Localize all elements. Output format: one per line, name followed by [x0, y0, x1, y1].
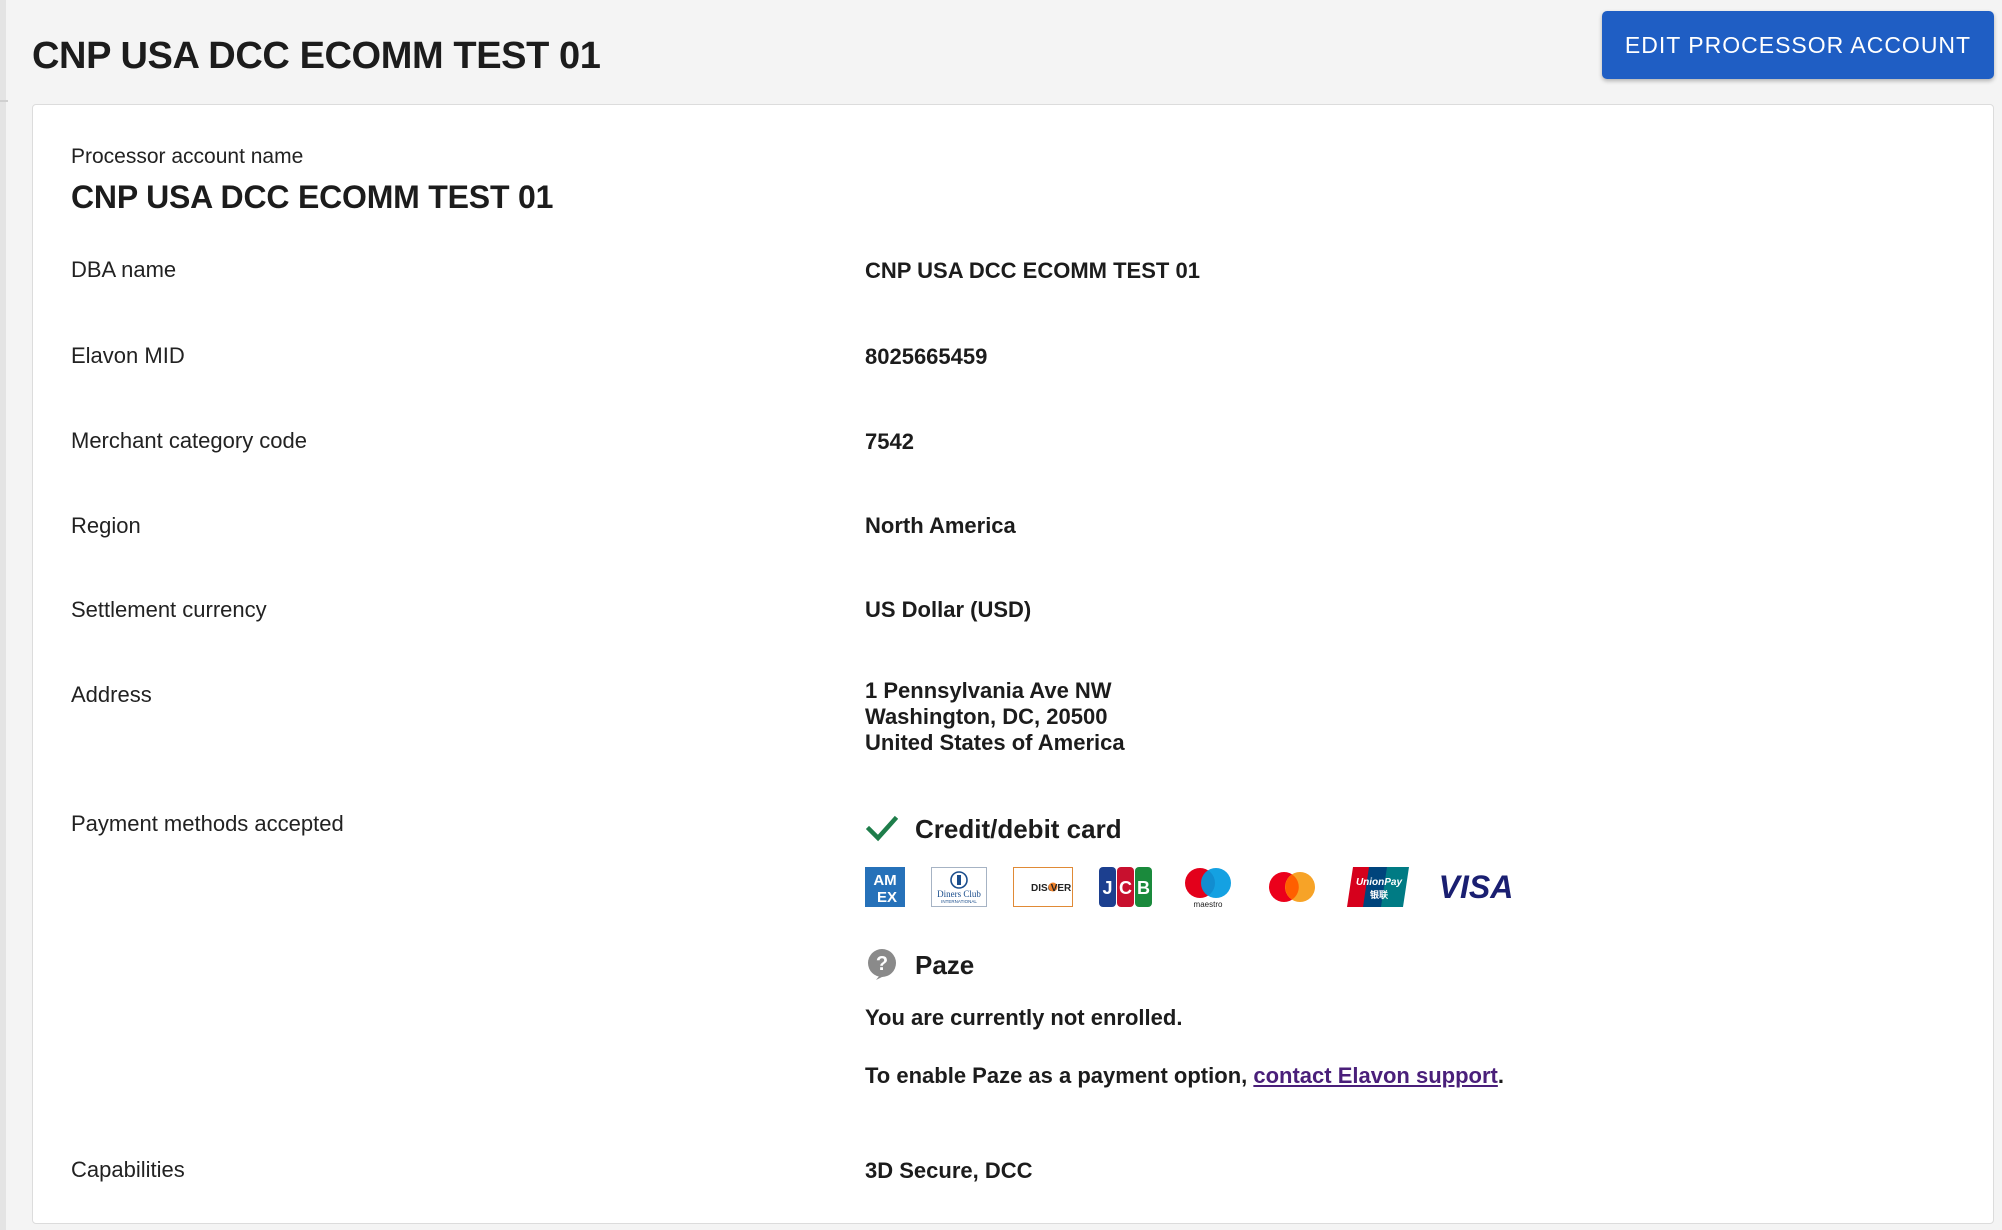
diners-club-logo: Diners Club INTERNATIONAL — [931, 867, 987, 907]
page: CNP USA DCC ECOMM TEST 01 EDIT PROCESSOR… — [0, 0, 2002, 1230]
discover-logo: DISC VER — [1013, 867, 1073, 907]
elavon-mid-value: 8025665459 — [865, 344, 988, 369]
paze-heading: ? Paze — [865, 945, 974, 985]
mastercard-logo — [1263, 867, 1321, 907]
merchant-category-code-value: 7542 — [865, 429, 914, 454]
processor-account-name-label: Processor account name — [71, 145, 304, 168]
edit-processor-account-button[interactable]: EDIT PROCESSOR ACCOUNT — [1602, 11, 1994, 79]
paze-title: Paze — [915, 949, 975, 980]
address-label: Address — [71, 682, 152, 707]
svg-text:maestro: maestro — [1194, 900, 1223, 909]
svg-text:Diners Club: Diners Club — [937, 889, 981, 899]
maestro-logo: maestro — [1179, 867, 1237, 909]
credit-debit-card-title: Credit/debit card — [915, 813, 1122, 844]
checkmark-icon — [865, 812, 899, 846]
svg-text:EX: EX — [877, 889, 897, 906]
svg-text:银联: 银联 — [1370, 889, 1389, 900]
paze-enable-text: To enable Paze as a payment option, cont… — [865, 1063, 1504, 1089]
card-brand-logos: AM EX Diners Club INTERNATIONAL DISC VER… — [865, 865, 1543, 909]
svg-text:INTERNATIONAL: INTERNATIONAL — [941, 899, 977, 904]
merchant-category-code-label: Merchant category code — [71, 428, 308, 453]
side-rail-divider — [0, 100, 8, 102]
paze-enable-prefix: To enable Paze as a payment option, — [865, 1063, 1254, 1088]
dba-name-label: DBA name — [71, 257, 177, 282]
svg-text:VISA: VISA — [1439, 869, 1514, 905]
address-value: 1 Pennsylvania Ave NW Washington, DC, 20… — [865, 678, 1125, 756]
capabilities-label: Capabilities — [71, 1157, 185, 1182]
address-line-3: United States of America — [865, 730, 1125, 755]
svg-text:VER: VER — [1051, 883, 1072, 894]
address-line-1: 1 Pennsylvania Ave NW — [865, 678, 1112, 703]
payment-methods-label: Payment methods accepted — [71, 811, 344, 836]
elavon-mid-label: Elavon MID — [71, 343, 185, 368]
capabilities-value: 3D Secure, DCC — [865, 1158, 1033, 1183]
processor-account-name-value: CNP USA DCC ECOMM TEST 01 — [71, 179, 554, 215]
side-rail — [0, 0, 6, 1230]
paze-not-enrolled-text: You are currently not enrolled. — [865, 1005, 1183, 1030]
unionpay-logo: UnionPay 银联 — [1347, 867, 1409, 907]
processor-account-card: Processor account name CNP USA DCC ECOMM… — [32, 104, 1994, 1224]
contact-elavon-support-link[interactable]: contact Elavon support — [1253, 1063, 1497, 1088]
region-value: North America — [865, 513, 1016, 538]
jcb-logo: J C B — [1099, 867, 1153, 907]
svg-text:?: ? — [876, 953, 888, 975]
region-label: Region — [71, 513, 141, 538]
svg-text:UnionPay: UnionPay — [1356, 877, 1403, 888]
svg-text:J: J — [1102, 878, 1112, 898]
paze-enable-suffix: . — [1497, 1063, 1504, 1088]
settlement-currency-label: Settlement currency — [71, 597, 267, 622]
address-line-2: Washington, DC, 20500 — [865, 704, 1108, 729]
settlement-currency-value: US Dollar (USD) — [865, 597, 1032, 622]
amex-logo: AM EX — [865, 867, 905, 907]
svg-text:B: B — [1137, 878, 1150, 898]
visa-logo: VISA — [1435, 867, 1517, 907]
dba-name-value: CNP USA DCC ECOMM TEST 01 — [865, 258, 1200, 283]
credit-debit-card-heading: Credit/debit card — [865, 809, 1122, 849]
page-title: CNP USA DCC ECOMM TEST 01 — [32, 35, 601, 77]
svg-text:AM: AM — [873, 872, 896, 889]
svg-text:C: C — [1119, 878, 1132, 898]
help-circle-icon: ? — [865, 948, 899, 982]
